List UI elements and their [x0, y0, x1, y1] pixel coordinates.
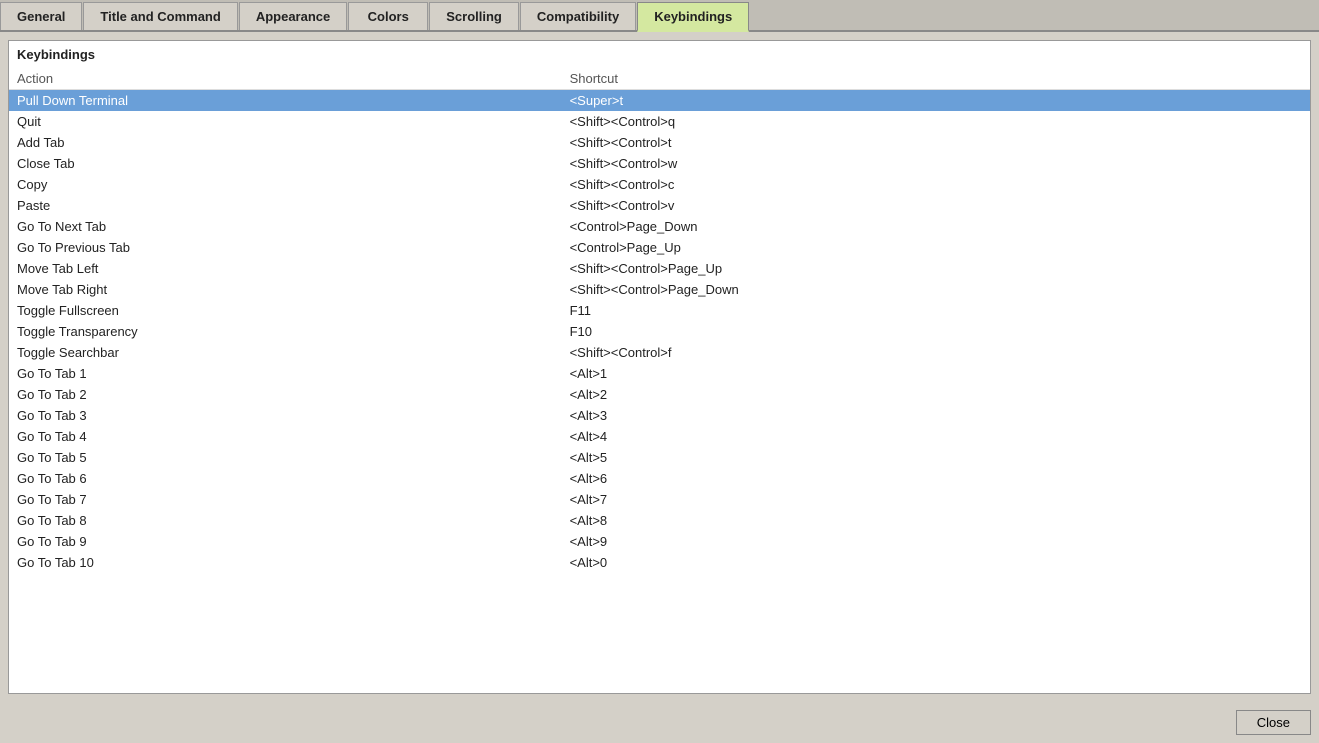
action-cell: Go To Tab 8 — [9, 510, 562, 531]
column-shortcut: Shortcut — [562, 68, 1310, 90]
table-row[interactable]: Go To Tab 2<Alt>2 — [9, 384, 1310, 405]
shortcut-cell: <Alt>7 — [562, 489, 1310, 510]
table-row[interactable]: Add Tab<Shift><Control>t — [9, 132, 1310, 153]
shortcut-cell: <Alt>8 — [562, 510, 1310, 531]
action-cell: Go To Tab 5 — [9, 447, 562, 468]
shortcut-cell: <Alt>5 — [562, 447, 1310, 468]
shortcut-cell: <Control>Page_Down — [562, 216, 1310, 237]
shortcut-cell: <Shift><Control>w — [562, 153, 1310, 174]
table-row[interactable]: Move Tab Left<Shift><Control>Page_Up — [9, 258, 1310, 279]
shortcut-cell: <Alt>4 — [562, 426, 1310, 447]
keybindings-table: Action Shortcut Pull Down Terminal<Super… — [9, 68, 1310, 573]
action-cell: Toggle Searchbar — [9, 342, 562, 363]
tab-colors[interactable]: Colors — [348, 2, 428, 30]
shortcut-cell: <Control>Page_Up — [562, 237, 1310, 258]
action-cell: Add Tab — [9, 132, 562, 153]
table-row[interactable]: Go To Tab 1<Alt>1 — [9, 363, 1310, 384]
table-row[interactable]: Go To Tab 7<Alt>7 — [9, 489, 1310, 510]
shortcut-cell: <Alt>3 — [562, 405, 1310, 426]
action-cell: Go To Tab 1 — [9, 363, 562, 384]
action-cell: Go To Tab 7 — [9, 489, 562, 510]
action-cell: Go To Tab 9 — [9, 531, 562, 552]
table-row[interactable]: Paste<Shift><Control>v — [9, 195, 1310, 216]
table-row[interactable]: Go To Tab 6<Alt>6 — [9, 468, 1310, 489]
table-row[interactable]: Move Tab Right<Shift><Control>Page_Down — [9, 279, 1310, 300]
tab-appearance[interactable]: Appearance — [239, 2, 347, 30]
action-cell: Go To Tab 3 — [9, 405, 562, 426]
table-row[interactable]: Close Tab<Shift><Control>w — [9, 153, 1310, 174]
tab-general[interactable]: General — [0, 2, 82, 30]
action-cell: Move Tab Right — [9, 279, 562, 300]
action-cell: Toggle Fullscreen — [9, 300, 562, 321]
table-row[interactable]: Go To Tab 10<Alt>0 — [9, 552, 1310, 573]
table-row[interactable]: Toggle FullscreenF11 — [9, 300, 1310, 321]
action-cell: Go To Tab 10 — [9, 552, 562, 573]
table-row[interactable]: Go To Tab 8<Alt>8 — [9, 510, 1310, 531]
shortcut-cell: <Shift><Control>c — [562, 174, 1310, 195]
shortcut-cell: <Alt>0 — [562, 552, 1310, 573]
close-button[interactable]: Close — [1236, 710, 1311, 735]
table-row[interactable]: Go To Previous Tab<Control>Page_Up — [9, 237, 1310, 258]
shortcut-cell: <Alt>1 — [562, 363, 1310, 384]
shortcut-cell: <Shift><Control>Page_Down — [562, 279, 1310, 300]
table-row[interactable]: Go To Tab 5<Alt>5 — [9, 447, 1310, 468]
action-cell: Pull Down Terminal — [9, 90, 562, 112]
shortcut-cell: F11 — [562, 300, 1310, 321]
action-cell: Go To Tab 4 — [9, 426, 562, 447]
table-row[interactable]: Go To Tab 9<Alt>9 — [9, 531, 1310, 552]
column-action: Action — [9, 68, 562, 90]
shortcut-cell: <Shift><Control>Page_Up — [562, 258, 1310, 279]
table-row[interactable]: Copy<Shift><Control>c — [9, 174, 1310, 195]
tab-title-and-command[interactable]: Title and Command — [83, 2, 237, 30]
action-cell: Paste — [9, 195, 562, 216]
group-title: Keybindings — [9, 45, 1310, 68]
table-row[interactable]: Go To Tab 4<Alt>4 — [9, 426, 1310, 447]
action-cell: Go To Tab 6 — [9, 468, 562, 489]
footer: Close — [0, 702, 1319, 743]
shortcut-cell: <Shift><Control>q — [562, 111, 1310, 132]
main-content: Keybindings Action Shortcut Pull Down Te… — [0, 32, 1319, 702]
shortcut-cell: <Shift><Control>f — [562, 342, 1310, 363]
tab-bar: GeneralTitle and CommandAppearanceColors… — [0, 0, 1319, 32]
action-cell: Go To Next Tab — [9, 216, 562, 237]
shortcut-cell: <Alt>2 — [562, 384, 1310, 405]
table-row[interactable]: Toggle TransparencyF10 — [9, 321, 1310, 342]
shortcut-cell: <Alt>9 — [562, 531, 1310, 552]
shortcut-cell: <Shift><Control>v — [562, 195, 1310, 216]
table-row[interactable]: Toggle Searchbar<Shift><Control>f — [9, 342, 1310, 363]
table-row[interactable]: Quit<Shift><Control>q — [9, 111, 1310, 132]
action-cell: Close Tab — [9, 153, 562, 174]
shortcut-cell: F10 — [562, 321, 1310, 342]
action-cell: Copy — [9, 174, 562, 195]
keybindings-group: Keybindings Action Shortcut Pull Down Te… — [8, 40, 1311, 694]
table-row[interactable]: Go To Next Tab<Control>Page_Down — [9, 216, 1310, 237]
tab-compatibility[interactable]: Compatibility — [520, 2, 636, 30]
action-cell: Go To Tab 2 — [9, 384, 562, 405]
shortcut-cell: <Super>t — [562, 90, 1310, 112]
action-cell: Toggle Transparency — [9, 321, 562, 342]
tab-keybindings[interactable]: Keybindings — [637, 2, 749, 32]
action-cell: Go To Previous Tab — [9, 237, 562, 258]
table-row[interactable]: Pull Down Terminal<Super>t — [9, 90, 1310, 112]
tab-scrolling[interactable]: Scrolling — [429, 2, 519, 30]
shortcut-cell: <Shift><Control>t — [562, 132, 1310, 153]
table-row[interactable]: Go To Tab 3<Alt>3 — [9, 405, 1310, 426]
action-cell: Quit — [9, 111, 562, 132]
table-container[interactable]: Action Shortcut Pull Down Terminal<Super… — [9, 68, 1310, 693]
action-cell: Move Tab Left — [9, 258, 562, 279]
shortcut-cell: <Alt>6 — [562, 468, 1310, 489]
